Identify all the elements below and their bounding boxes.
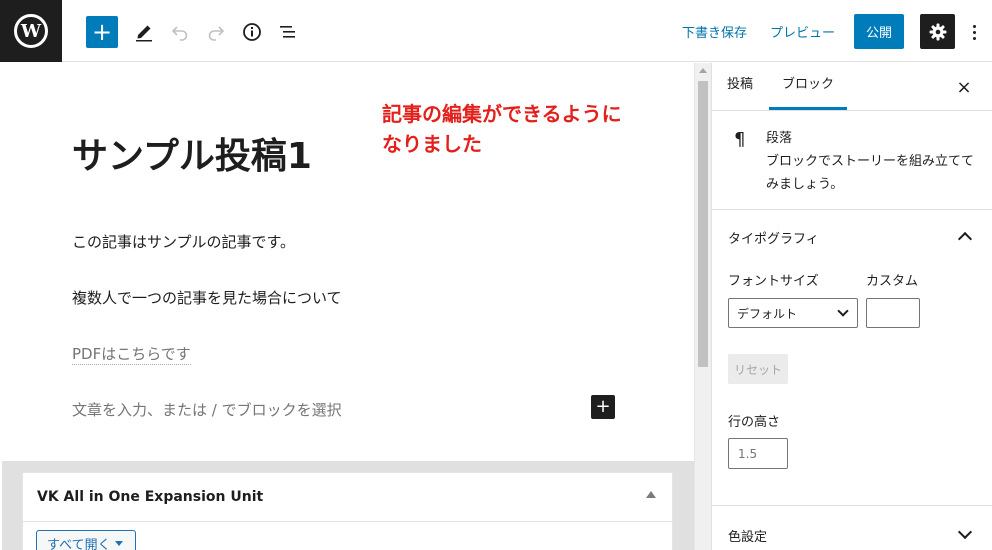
preview-button[interactable]: プレビュー [770,22,835,41]
annotation-line: 記事の編集ができるように [382,102,622,126]
font-size-select[interactable]: デフォルト [728,298,858,328]
divider [712,209,992,210]
annotation-text: 記事の編集ができるように なりました [382,99,622,159]
divider [712,110,992,111]
details-button[interactable] [236,16,268,48]
typography-panel-title[interactable]: タイポグラフィ [728,228,819,247]
expand-all-label: すべて開く [47,537,111,550]
undo-icon [171,26,188,41]
editor-canvas: サンプル投稿1 記事の編集ができるように なりました この記事はサンプルの記事で… [2,63,694,550]
collapse-triangle-icon[interactable] [646,491,656,498]
annotation-line: なりました [382,132,482,156]
publish-button[interactable]: 公開 [854,14,904,49]
list-view-button[interactable] [272,16,304,48]
paragraph-block[interactable]: この記事はサンプルの記事です。 [72,231,295,252]
scroll-up-arrow-icon[interactable] [699,68,707,73]
settings-sidebar: 投稿 ブロック × ¶ 段落 ブロックでストーリーを組み立ててみましょう。 タイ… [711,63,992,550]
pencil-icon [136,25,152,42]
post-title[interactable]: サンプル投稿1 [72,127,312,179]
chevron-up-icon[interactable] [957,231,973,247]
empty-block-placeholder[interactable]: 文章を入力、または / でブロックを選択 [72,399,342,420]
custom-size-label: カスタム [866,274,919,289]
custom-font-size-input[interactable] [866,298,920,328]
pdf-link-paragraph[interactable]: PDFはこちらです [72,343,191,365]
line-height-input[interactable]: 1.5 [728,438,788,469]
font-size-label: フォントサイズ [728,274,819,289]
paragraph-block[interactable]: 複数人で一つの記事を見た場合について [72,287,342,308]
color-settings-panel-title[interactable]: 色設定 [728,526,767,545]
line-height-label: 行の高さ [728,415,781,430]
settings-button[interactable] [920,14,955,49]
metabox-area: VK All in One Expansion Unit すべて開く [2,461,694,550]
save-draft-button[interactable]: 下書き保存 [682,22,747,41]
vk-expansion-unit-metabox: VK All in One Expansion Unit すべて開く [22,472,673,550]
block-description: ブロックでストーリーを組み立ててみましょう。 [766,154,975,192]
metabox-title[interactable]: VK All in One Expansion Unit [37,489,263,505]
font-size-value: デフォルト [737,307,798,321]
add-block-button[interactable]: + [86,16,118,48]
scrollbar-thumb[interactable] [698,81,708,367]
caret-down-icon [114,540,123,546]
tab-block[interactable]: ブロック [769,63,848,110]
kebab-dot-icon [972,30,976,34]
pencil-tool-button[interactable] [128,16,160,48]
kebab-dot-icon [972,36,976,40]
metabox-divider [23,521,672,522]
reset-button[interactable]: リセット [728,354,788,384]
expand-all-button[interactable]: すべて開く [36,530,136,550]
editor-scrollbar[interactable] [694,63,711,550]
wordpress-logo-button[interactable]: W [0,0,62,62]
kebab-dot-icon [972,24,976,28]
chevron-down-icon [837,305,849,317]
tab-post[interactable]: 投稿 [727,63,753,110]
gear-icon [929,23,946,40]
chevron-down-icon[interactable] [957,524,973,540]
inline-add-block-button[interactable]: + [591,395,615,419]
options-menu-button[interactable] [966,18,982,46]
divider [712,505,992,506]
paragraph-block-icon: ¶ [734,129,746,150]
block-name: 段落 [766,131,793,146]
editor-header: W + 下書き保存 プレビュー 公開 [0,0,992,62]
close-sidebar-icon[interactable]: × [956,77,972,98]
redo-icon [208,26,225,41]
wordpress-logo-icon: W [14,14,48,48]
undo-button[interactable] [164,16,196,48]
list-view-icon [280,26,295,38]
info-icon [243,23,261,41]
redo-button[interactable] [200,16,232,48]
